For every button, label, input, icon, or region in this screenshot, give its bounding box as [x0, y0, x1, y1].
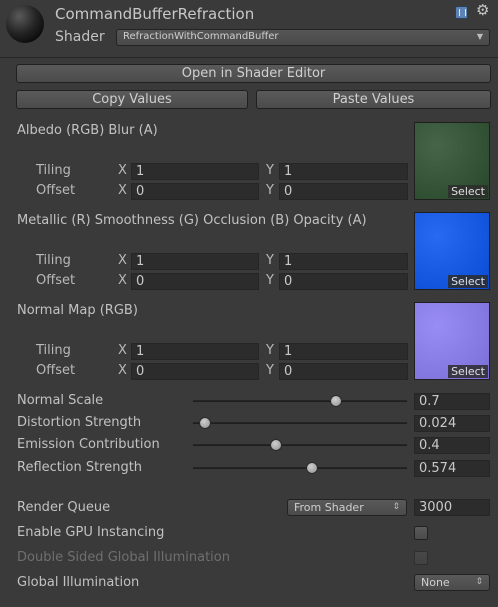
metallic-offset-y-field[interactable]: 0 — [279, 273, 408, 290]
reflection-strength-slider-track[interactable] — [193, 467, 407, 469]
metallic-offset-label: Offset — [36, 273, 76, 288]
render-queue-mode-value: From Shader — [294, 501, 364, 514]
distortion-strength-field[interactable]: 0.024 — [414, 415, 490, 432]
albedo-tiling-y-field[interactable]: 1 — [279, 163, 408, 180]
albedo-offset-x-label: X — [118, 183, 127, 198]
normal-scale-slider-thumb[interactable] — [330, 395, 343, 407]
global-illumination-dropdown[interactable]: None ⇕ — [414, 574, 490, 591]
header-divider — [0, 57, 498, 58]
metallic-tiling-label: Tiling — [36, 253, 71, 268]
double-sided-gi-label: Double Sided Global Illumination — [17, 550, 230, 565]
emission-contribution-field[interactable]: 0.4 — [414, 437, 490, 454]
albedo-offset-label: Offset — [36, 183, 76, 198]
book-icon[interactable] — [455, 6, 468, 19]
metallic-tiling-y-label: Y — [266, 253, 274, 268]
normal-scale-label: Normal Scale — [17, 393, 104, 408]
reflection-strength-slider-thumb[interactable] — [306, 462, 319, 474]
distortion-strength-slider-track[interactable] — [193, 422, 407, 424]
paste-values-button[interactable]: Paste Values — [256, 90, 491, 109]
emission-contribution-slider-track[interactable] — [193, 444, 407, 446]
double-sided-gi-checkbox — [414, 551, 428, 565]
normal-map-offset-x-label: X — [118, 363, 127, 378]
metallic-tiling-x-label: X — [118, 253, 127, 268]
normal-map-offset-x-field[interactable]: 0 — [131, 363, 259, 380]
normal-map-tiling-y-field[interactable]: 1 — [279, 343, 408, 360]
reflection-strength-field[interactable]: 0.574 — [414, 460, 490, 477]
material-preview-sphere — [6, 5, 44, 43]
albedo-label: Albedo (RGB) Blur (A) — [17, 123, 158, 138]
render-queue-mode-dropdown[interactable]: From Shader ⇕ — [287, 499, 407, 516]
global-illumination-label: Global Illumination — [17, 575, 140, 590]
updown-arrow-icon: ⇕ — [475, 577, 483, 587]
shader-dropdown-value: RefractionWithCommandBuffer — [123, 31, 279, 42]
gpu-instancing-label: Enable GPU Instancing — [17, 525, 165, 540]
emission-contribution-label: Emission Contribution — [17, 437, 160, 452]
normal-scale-field[interactable]: 0.7 — [414, 393, 490, 410]
gear-icon[interactable]: ⚙ — [476, 2, 489, 18]
shader-dropdown[interactable]: RefractionWithCommandBuffer ▼ — [116, 29, 490, 46]
normal-map-tiling-x-field[interactable]: 1 — [131, 343, 259, 360]
open-in-shader-editor-button[interactable]: Open in Shader Editor — [16, 64, 491, 83]
render-queue-value-field[interactable]: 3000 — [414, 499, 490, 516]
metallic-select-button[interactable]: Select — [448, 275, 488, 288]
albedo-offset-y-field[interactable]: 0 — [279, 183, 408, 200]
albedo-tiling-x-field[interactable]: 1 — [131, 163, 259, 180]
metallic-tiling-y-field[interactable]: 1 — [279, 253, 408, 270]
normal-map-tiling-y-label: Y — [266, 343, 274, 358]
normal-map-offset-label: Offset — [36, 363, 76, 378]
normal-map-select-button[interactable]: Select — [448, 365, 488, 378]
gpu-instancing-checkbox[interactable] — [414, 526, 428, 540]
reflection-strength-label: Reflection Strength — [17, 460, 143, 475]
distortion-strength-label: Distortion Strength — [17, 415, 142, 430]
albedo-tiling-x-label: X — [118, 163, 127, 178]
render-queue-label: Render Queue — [17, 500, 111, 515]
chevron-down-icon: ▼ — [476, 32, 483, 41]
material-title: CommandBufferRefraction — [55, 5, 255, 23]
copy-values-button[interactable]: Copy Values — [16, 90, 248, 109]
normal-map-tiling-x-label: X — [118, 343, 127, 358]
albedo-offset-y-label: Y — [266, 183, 274, 198]
metallic-offset-x-field[interactable]: 0 — [131, 273, 259, 290]
distortion-strength-slider-thumb[interactable] — [199, 417, 212, 429]
metallic-offset-y-label: Y — [266, 273, 274, 288]
updown-arrow-icon: ⇕ — [392, 502, 400, 512]
albedo-tiling-y-label: Y — [266, 163, 274, 178]
metallic-label: Metallic (R) Smoothness (G) Occlusion (B… — [17, 213, 367, 228]
metallic-tiling-x-field[interactable]: 1 — [131, 253, 259, 270]
normal-scale-slider-track[interactable] — [193, 400, 407, 402]
normal-map-texture-slot[interactable]: Select — [414, 302, 490, 380]
albedo-select-button[interactable]: Select — [448, 185, 488, 198]
albedo-tiling-label: Tiling — [36, 163, 71, 178]
normal-map-offset-y-label: Y — [266, 363, 274, 378]
normal-map-tiling-label: Tiling — [36, 343, 71, 358]
metallic-texture-slot[interactable]: Select — [414, 212, 490, 290]
emission-contribution-slider-thumb[interactable] — [269, 439, 282, 451]
normal-map-label: Normal Map (RGB) — [17, 303, 138, 318]
global-illumination-value: None — [421, 576, 450, 589]
metallic-offset-x-label: X — [118, 273, 127, 288]
shader-label: Shader — [55, 29, 105, 45]
albedo-texture-slot[interactable]: Select — [414, 122, 490, 200]
albedo-offset-x-field[interactable]: 0 — [131, 183, 259, 200]
normal-map-offset-y-field[interactable]: 0 — [279, 363, 408, 380]
